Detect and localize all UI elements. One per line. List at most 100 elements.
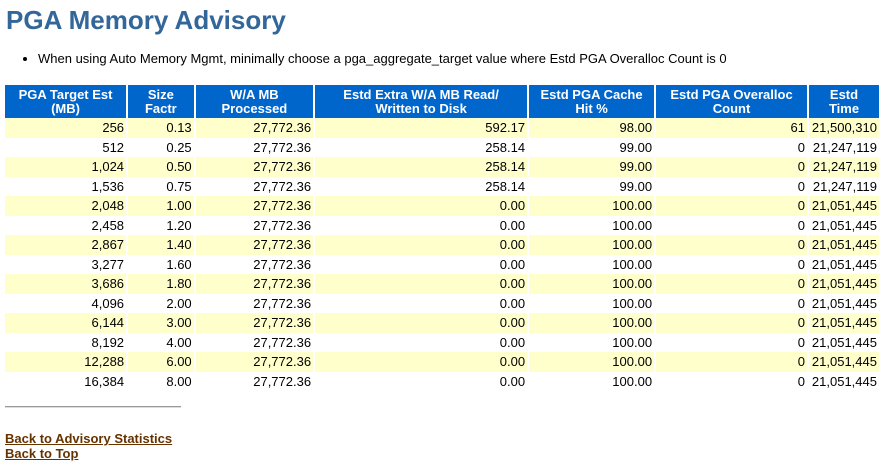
header-label-line: Estd PGA Overalloc <box>670 87 793 102</box>
table-row: 16,384 8.00 27,772.36 0.00 100.00 0 21,051,445 <box>5 371 879 391</box>
header-label-line: Factr <box>144 101 177 116</box>
pga-advisory-table: PGA Target Est (MB) Size Factr W/A MB Process… <box>3 85 881 391</box>
cell-wa-mb-processed: 27,772.36 <box>195 313 314 333</box>
table-body: 256 0.13 27,772.36 592.17 98.00 61 21,500,310 5… <box>5 118 879 391</box>
cell-estd-time: 21,051,445 <box>808 196 879 216</box>
table-row: 3,277 1.60 27,772.36 0.00 100.00 0 21,051,445 <box>5 254 879 274</box>
cell-wa-mb-processed: 27,772.36 <box>195 118 314 138</box>
header-label-line: Time <box>828 101 860 116</box>
notes-list: When using Auto Memory Mgmt, minimally c… <box>0 50 727 68</box>
header-label-line: Estd PGA Cache <box>540 87 643 102</box>
cell-estd-time: 21,051,445 <box>808 254 879 274</box>
cell-estd-extra-wa-mb: 0.00 <box>315 371 528 391</box>
header-label-line: (MB) <box>51 101 80 116</box>
header-estd-time: Estd Time <box>808 85 879 118</box>
header-label-line: Processed <box>221 101 288 116</box>
header-label-line: Hit % <box>575 101 608 116</box>
cell-pga-target-est: 3,686 <box>5 274 127 294</box>
cell-estd-extra-wa-mb: 0.00 <box>315 293 528 313</box>
cell-wa-mb-processed: 27,772.36 <box>195 332 314 352</box>
cell-estd-extra-wa-mb: 0.00 <box>315 215 528 235</box>
cell-size-factr: 8.00 <box>128 371 194 391</box>
cell-estd-extra-wa-mb: 258.14 <box>315 157 528 177</box>
cell-estd-pga-cache-hit: 100.00 <box>529 313 655 333</box>
header-pga-target-est: PGA Target Est (MB) <box>5 85 127 118</box>
cell-size-factr: 0.75 <box>128 176 194 196</box>
cell-estd-pga-overalloc-count: 0 <box>656 274 807 294</box>
cell-pga-target-est: 2,048 <box>5 196 127 216</box>
cell-estd-extra-wa-mb: 258.14 <box>315 137 528 157</box>
cell-size-factr: 1.20 <box>128 215 194 235</box>
cell-estd-pga-overalloc-count: 0 <box>656 157 807 177</box>
cell-estd-time: 21,051,445 <box>808 215 879 235</box>
cell-wa-mb-processed: 27,772.36 <box>195 371 314 391</box>
header-estd-pga-cache-hit: Estd PGA Cache Hit % <box>529 85 655 118</box>
cell-estd-time: 21,051,445 <box>808 332 879 352</box>
cell-size-factr: 0.13 <box>128 118 194 138</box>
table-row: 3,686 1.80 27,772.36 0.00 100.00 0 21,051,445 <box>5 274 879 294</box>
cell-estd-pga-overalloc-count: 0 <box>656 196 807 216</box>
table-row: 256 0.13 27,772.36 592.17 98.00 61 21,500,310 <box>5 118 879 138</box>
cell-wa-mb-processed: 27,772.36 <box>195 137 314 157</box>
cell-pga-target-est: 12,288 <box>5 352 127 372</box>
cell-pga-target-est: 1,536 <box>5 176 127 196</box>
cell-wa-mb-processed: 27,772.36 <box>195 176 314 196</box>
cell-estd-extra-wa-mb: 0.00 <box>315 235 528 255</box>
cell-estd-pga-cache-hit: 98.00 <box>529 118 655 138</box>
cell-estd-pga-cache-hit: 99.00 <box>529 137 655 157</box>
cell-wa-mb-processed: 27,772.36 <box>195 274 314 294</box>
cell-size-factr: 0.50 <box>128 157 194 177</box>
cell-estd-extra-wa-mb: 592.17 <box>315 118 528 138</box>
header-wa-mb-processed: W/A MB Processed <box>195 85 314 118</box>
cell-size-factr: 1.00 <box>128 196 194 216</box>
cell-size-factr: 1.80 <box>128 274 194 294</box>
separator-line <box>5 406 181 408</box>
cell-wa-mb-processed: 27,772.36 <box>195 352 314 372</box>
cell-estd-time: 21,247,119 <box>808 137 879 157</box>
cell-estd-pga-cache-hit: 100.00 <box>529 371 655 391</box>
header-label-line: PGA Target Est <box>18 87 113 102</box>
back-to-top-link[interactable]: Back to Top <box>5 446 78 461</box>
cell-estd-pga-cache-hit: 100.00 <box>529 274 655 294</box>
header-label-line: Count <box>712 101 751 116</box>
cell-estd-time: 21,500,310 <box>808 118 879 138</box>
cell-pga-target-est: 2,458 <box>5 215 127 235</box>
table-row: 1,536 0.75 27,772.36 258.14 99.00 0 21,247,119 <box>5 176 879 196</box>
cell-wa-mb-processed: 27,772.36 <box>195 254 314 274</box>
header-label-line: W/A MB <box>230 87 279 102</box>
cell-size-factr: 4.00 <box>128 332 194 352</box>
cell-estd-time: 21,051,445 <box>808 293 879 313</box>
header-label-line: Written to Disk <box>375 101 467 116</box>
cell-estd-pga-cache-hit: 100.00 <box>529 293 655 313</box>
table-row: 2,048 1.00 27,772.36 0.00 100.00 0 21,051,445 <box>5 196 879 216</box>
cell-estd-time: 21,051,445 <box>808 274 879 294</box>
cell-estd-pga-cache-hit: 100.00 <box>529 235 655 255</box>
cell-size-factr: 2.00 <box>128 293 194 313</box>
cell-estd-pga-overalloc-count: 0 <box>656 313 807 333</box>
cell-estd-extra-wa-mb: 0.00 <box>315 332 528 352</box>
cell-estd-pga-overalloc-count: 0 <box>656 254 807 274</box>
cell-pga-target-est: 3,277 <box>5 254 127 274</box>
cell-estd-pga-cache-hit: 100.00 <box>529 254 655 274</box>
cell-pga-target-est: 8,192 <box>5 332 127 352</box>
cell-estd-extra-wa-mb: 0.00 <box>315 196 528 216</box>
table-row: 12,288 6.00 27,772.36 0.00 100.00 0 21,051,445 <box>5 352 879 372</box>
cell-estd-extra-wa-mb: 0.00 <box>315 352 528 372</box>
header-estd-pga-overalloc-count: Estd PGA Overalloc Count <box>656 85 807 118</box>
cell-estd-pga-overalloc-count: 0 <box>656 371 807 391</box>
cell-estd-time: 21,247,119 <box>808 157 879 177</box>
cell-wa-mb-processed: 27,772.36 <box>195 235 314 255</box>
cell-wa-mb-processed: 27,772.36 <box>195 215 314 235</box>
table-row: 8,192 4.00 27,772.36 0.00 100.00 0 21,051,445 <box>5 332 879 352</box>
cell-estd-time: 21,247,119 <box>808 176 879 196</box>
cell-estd-pga-cache-hit: 100.00 <box>529 332 655 352</box>
header-label-line: Estd <box>829 87 859 102</box>
header-estd-extra-wa-mb: Estd Extra W/A MB Read/Written to Disk <box>315 85 528 118</box>
cell-wa-mb-processed: 27,772.36 <box>195 293 314 313</box>
cell-pga-target-est: 1,024 <box>5 157 127 177</box>
cell-pga-target-est: 16,384 <box>5 371 127 391</box>
cell-estd-pga-cache-hit: 100.00 <box>529 196 655 216</box>
cell-size-factr: 1.60 <box>128 254 194 274</box>
cell-estd-extra-wa-mb: 0.00 <box>315 254 528 274</box>
back-to-advisory-statistics-link[interactable]: Back to Advisory Statistics <box>5 431 172 446</box>
